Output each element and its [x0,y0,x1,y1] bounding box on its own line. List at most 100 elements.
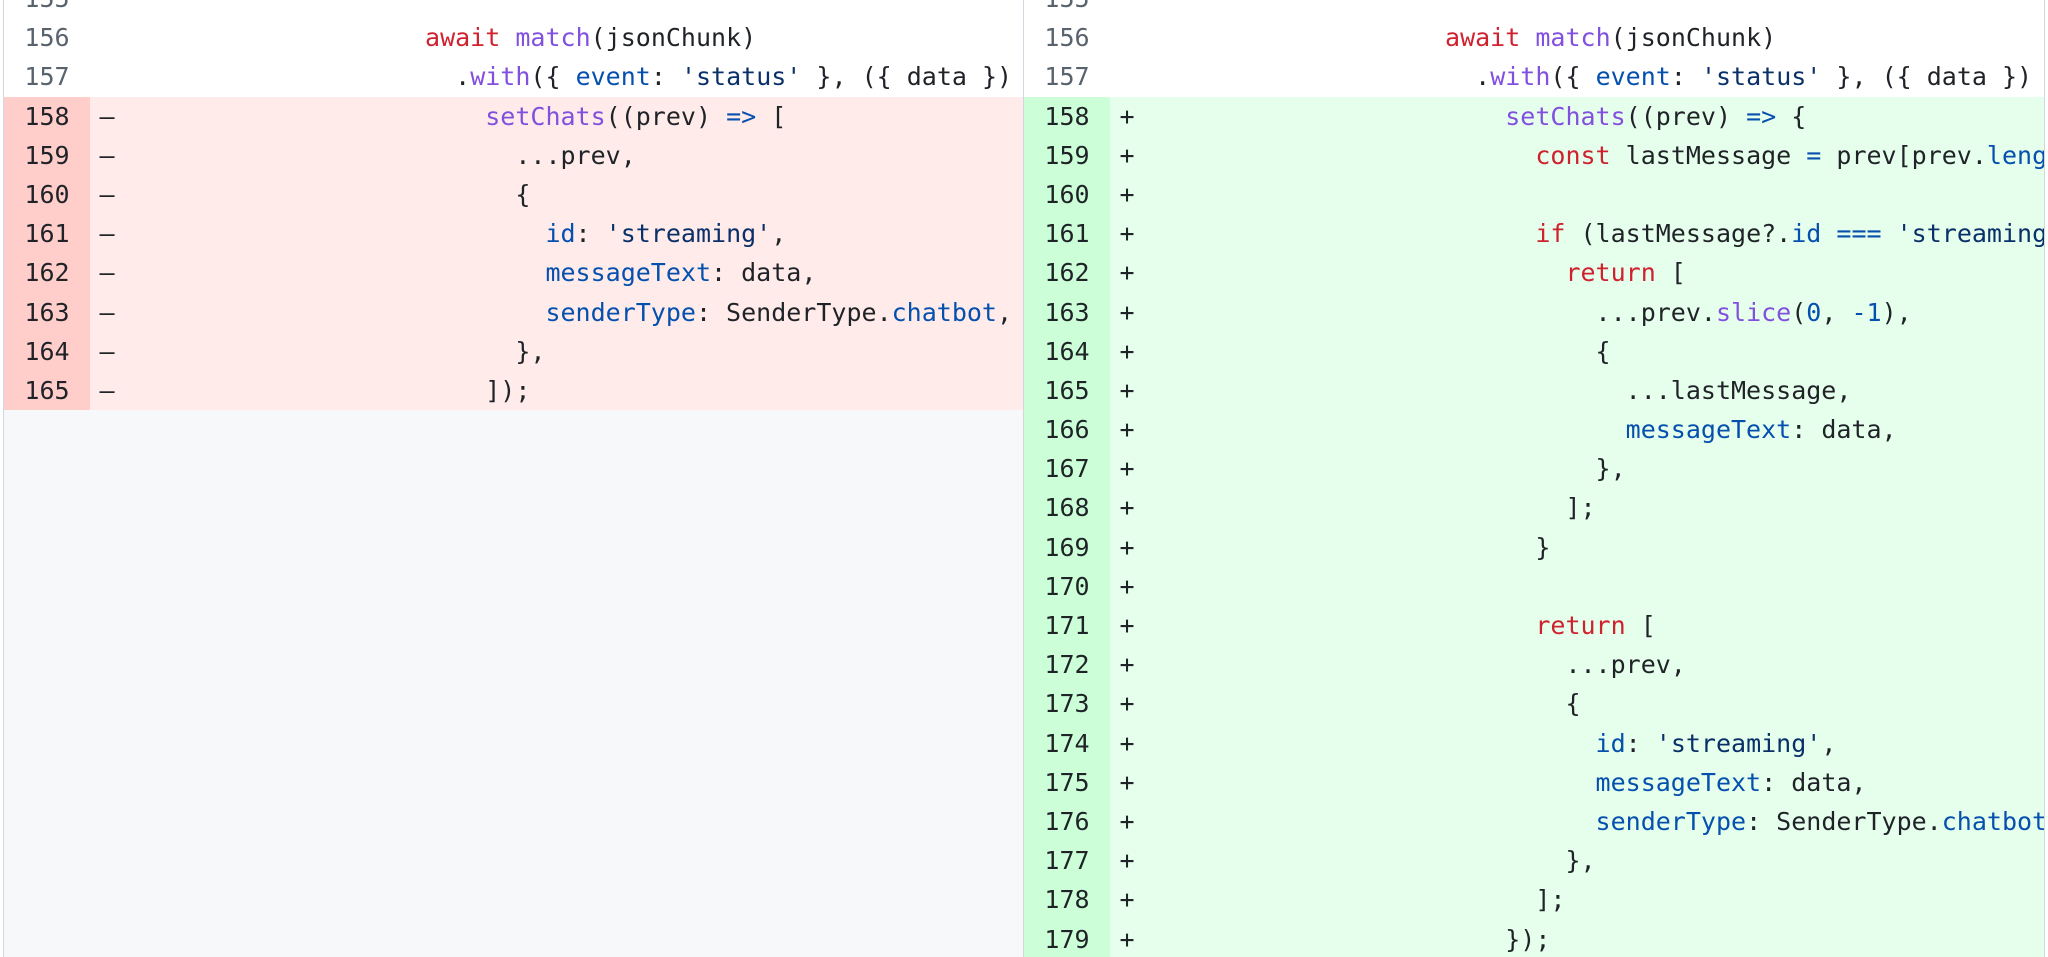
code-text: if (lastMessage?.id === 'streaming') { [1144,214,2044,253]
diff-line-added: 173 + { [1024,684,2044,724]
line-number[interactable]: 167 [1024,449,1110,489]
diff-line-added: 161 + if (lastMessage?.id === 'streaming'… [1024,214,2044,254]
line-number[interactable]: 173 [1024,684,1110,724]
line-number[interactable]: 177 [1024,841,1110,881]
line-number[interactable]: 155 [1024,0,1110,18]
line-number[interactable]: 166 [1024,410,1110,450]
line-number[interactable]: 169 [1024,527,1110,567]
line-number[interactable]: 178 [1024,880,1110,920]
line-number[interactable]: 158 [1024,96,1110,136]
code-text: ...prev.slice(0, -1), [1144,293,2044,332]
diff-line-added: 169 + } [1024,527,2044,567]
code-token: 'streaming' [1896,219,2044,249]
code-token: (jsonChunk) [590,23,757,53]
line-number[interactable]: 155 [4,0,90,18]
code-text: }); [1144,920,2044,957]
code-token: , [1821,297,1852,327]
line-number[interactable]: 158 [4,96,90,136]
line-number[interactable]: 156 [1024,18,1110,57]
line-number[interactable]: 172 [1024,645,1110,685]
diff-sign: – [99,375,115,405]
code-token: }, [1565,846,1596,876]
code-token: messageText [545,258,712,288]
code-token: id [1791,219,1822,249]
diff-sign: – [99,258,115,288]
line-number[interactable]: 164 [4,331,90,371]
code-text: ...lastMessage, [1144,371,2044,410]
diff-sign: + [1119,924,1135,954]
code-token: match [515,23,591,53]
code-text: ]); [124,371,1024,410]
code-text: }, [1144,841,2044,880]
diff-line-added: 166 + messageText: data, [1024,410,2044,450]
code-text: .with({ event: 'status' }, ({ data }) =>… [124,57,1024,96]
line-number[interactable]: 171 [1024,606,1110,646]
code-token: setChats [1505,101,1626,131]
code-token: }, ({ data }) [1821,62,2044,92]
line-number[interactable]: 156 [4,18,90,57]
diff-sign: + [1119,571,1135,601]
code-token: { [515,179,531,209]
code-text: return [ [1144,606,2044,645]
code-token: = [1806,140,1822,170]
diff-sign: – [99,179,115,209]
line-number[interactable]: 179 [1024,919,1110,957]
line-number[interactable]: 157 [1024,57,1110,96]
code-text: messageText: data, [1144,410,2044,449]
code-token: [ [1655,258,1686,288]
code-token: event [1595,62,1671,92]
line-number[interactable]: 175 [1024,762,1110,802]
diff-line-added: 163 + ...prev.slice(0, -1), [1024,292,2044,332]
code-token: prev[prev. [1821,140,1987,170]
line-number[interactable]: 162 [1024,253,1110,293]
diff-sign: + [1119,219,1135,249]
line-number[interactable]: 161 [4,214,90,254]
line-number[interactable]: 157 [4,57,90,96]
code-text: ]; [1144,488,2044,527]
code-token: messageText [1595,767,1762,797]
line-number[interactable]: 174 [1024,723,1110,763]
code-text: }, [1144,449,2044,488]
code-token: with [1490,62,1551,92]
diff-line-deleted: 160– { [4,174,1024,215]
code-token: return [1535,611,1626,640]
diff-line-added: 177 + }, [1024,841,2044,881]
line-number[interactable]: 163 [1024,292,1110,332]
code-text: messageText: data, [124,253,1024,292]
code-token: : data, [711,258,817,288]
code-token: 'streaming' [1655,728,1822,758]
code-text: await match(jsonChunk) [1144,18,2044,57]
line-number[interactable]: 162 [4,253,90,293]
diff-sign: + [1119,336,1135,366]
line-number[interactable]: 163 [4,292,90,332]
code-token: : [575,219,606,249]
code-token: chatbot [891,297,997,327]
line-number[interactable]: 165 [1024,370,1110,411]
line-number[interactable]: 176 [1024,801,1110,842]
diff-line-added: 172 + ...prev, [1024,645,2044,685]
code-token: chatbot [1941,806,2044,836]
line-number[interactable]: 160 [1024,174,1110,215]
code-token: -1 [1851,297,1882,327]
line-number[interactable]: 161 [1024,214,1110,254]
code-token: (jsonChunk) [1610,23,1777,53]
diff-line-context: 157 .with({ event: 'status' }, ({ data }… [4,57,1024,97]
line-number[interactable]: 168 [1024,488,1110,528]
line-number[interactable]: 164 [1024,331,1110,371]
code-text: { [1144,684,2044,723]
code-token: 0 [1806,297,1822,327]
code-text: }, [124,332,1024,371]
diff-line-added: 171 + return [ [1024,606,2044,646]
code-token: [ [756,101,787,131]
line-number[interactable]: 159 [1024,135,1110,175]
line-number[interactable]: 159 [4,135,90,175]
diff-line-added: 168 + ]; [1024,488,2044,528]
code-token: event [575,62,651,92]
code-token: ...prev. [1595,297,1716,327]
line-number[interactable]: 170 [1024,566,1110,606]
code-token: : SenderType. [695,297,892,327]
line-number[interactable]: 165 [4,370,90,411]
line-number[interactable]: 160 [4,174,90,215]
